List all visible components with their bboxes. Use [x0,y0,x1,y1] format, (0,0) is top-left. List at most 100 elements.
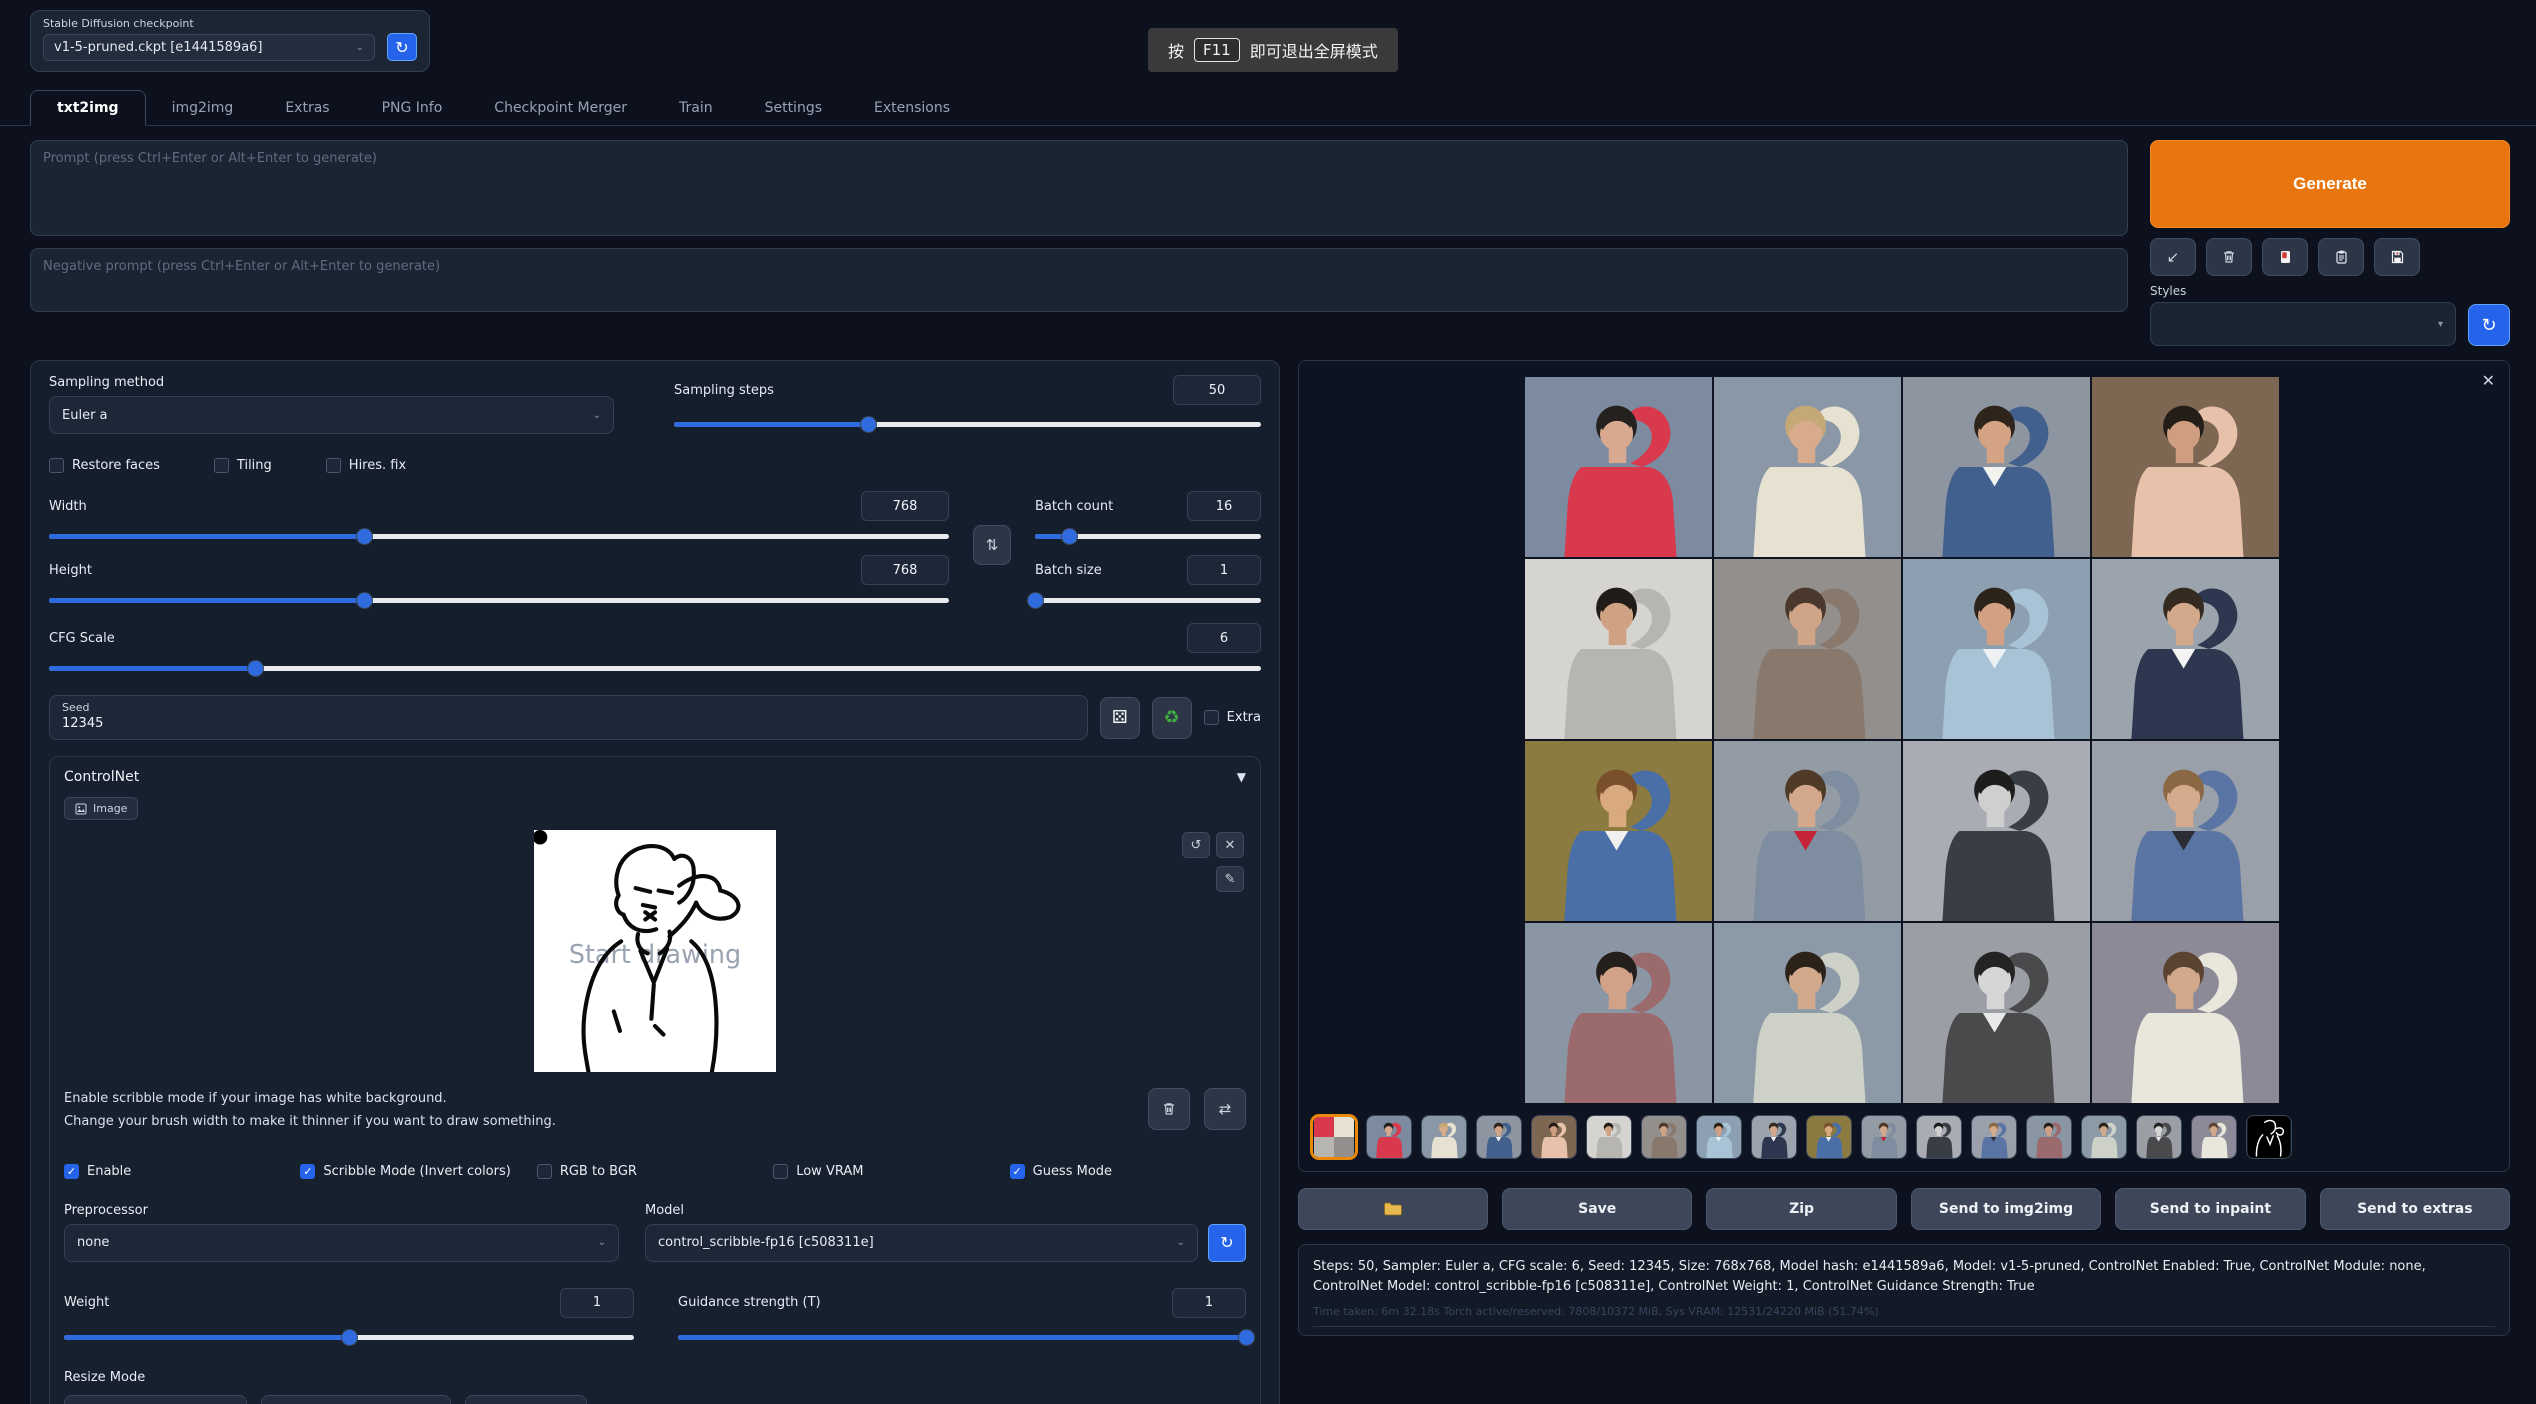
collapse-icon[interactable]: ▼ [1237,770,1246,784]
gallery-image-2[interactable] [1714,377,1901,557]
styles-refresh-button[interactable]: ↻ [2468,304,2510,346]
tab-png-info[interactable]: PNG Info [356,91,469,125]
thumbnail-scribble-map[interactable] [2246,1115,2292,1159]
prompt-input[interactable] [30,140,2128,236]
open-folder-button[interactable] [1298,1188,1488,1230]
tab-settings[interactable]: Settings [739,91,848,125]
resize-mode-envelope-outer-fit-[interactable]: Envelope (Outer Fit) [64,1395,247,1404]
send-to-extras-button[interactable]: Send to extras [2320,1188,2510,1230]
thumbnail-grid-montage[interactable] [1311,1115,1357,1159]
height-value[interactable]: 768 [861,555,949,585]
zip-button[interactable]: Zip [1706,1188,1896,1230]
undo-button[interactable]: ↺ [1182,832,1210,858]
clear-image-button[interactable]: ✕ [1216,832,1244,858]
thumbnail-image-14[interactable] [2081,1115,2127,1159]
thumbnail-image-8[interactable] [1751,1115,1797,1159]
controlnet-toggle-enable[interactable]: ✓Enable [64,1164,300,1179]
thumbnail-image-10[interactable] [1861,1115,1907,1159]
gallery-image-9[interactable] [1525,741,1712,921]
width-value[interactable]: 768 [861,491,949,521]
thumbnail-image-11[interactable] [1916,1115,1962,1159]
preprocessor-select[interactable]: none ⌄ [64,1224,619,1262]
gallery-image-10[interactable] [1714,741,1901,921]
cfg-scale-value[interactable]: 6 [1187,623,1261,653]
batch-count-slider[interactable] [1035,527,1261,545]
clear-prompt-button[interactable] [2206,238,2252,276]
gallery-image-8[interactable] [2092,559,2279,739]
tab-checkpoint-merger[interactable]: Checkpoint Merger [468,91,653,125]
controlnet-toggle-scribble-mode-invert-colors-[interactable]: ✓Scribble Mode (Invert colors) [300,1164,536,1179]
gallery-image-4[interactable] [2092,377,2279,557]
new-canvas-button[interactable] [1148,1088,1190,1130]
thumbnail-image-13[interactable] [2026,1115,2072,1159]
thumbnail-image-7[interactable] [1696,1115,1742,1159]
thumbnail-image-2[interactable] [1421,1115,1467,1159]
scribble-canvas[interactable]: Start drawing [534,830,776,1072]
seed-extra-checkbox[interactable]: Extra [1204,710,1261,725]
gallery-image-6[interactable] [1714,559,1901,739]
reuse-seed-button[interactable]: ♻ [1152,697,1192,739]
toggle-tiling[interactable]: Tiling [214,458,272,473]
swap-width-height-button[interactable]: ⇅ [973,525,1011,565]
toggle-hires-fix[interactable]: Hires. fix [326,458,406,473]
send-to-img2img-button[interactable]: Send to img2img [1911,1188,2101,1230]
thumbnail-image-6[interactable] [1641,1115,1687,1159]
tab-txt2img[interactable]: txt2img [30,90,146,126]
save-button[interactable]: Save [1502,1188,1692,1230]
thumbnail-image-4[interactable] [1531,1115,1577,1159]
thumbnail-image-9[interactable] [1806,1115,1852,1159]
random-seed-button[interactable]: ⚄ [1100,697,1140,739]
gallery-image-13[interactable] [1525,923,1712,1103]
send-to-inpaint-button[interactable]: Send to inpaint [2115,1188,2305,1230]
cfg-scale-slider[interactable] [49,659,1261,677]
thumbnail-image-3[interactable] [1476,1115,1522,1159]
model-select[interactable]: control_scribble-fp16 [c508311e] ⌄ [645,1224,1198,1262]
model-refresh-button[interactable]: ↻ [1208,1224,1246,1262]
tab-train[interactable]: Train [653,91,739,125]
controlnet-toggle-guess-mode[interactable]: ✓Guess Mode [1010,1164,1246,1179]
batch-size-slider[interactable] [1035,591,1261,609]
controlnet-toggle-rgb-to-bgr[interactable]: RGB to BGR [537,1164,773,1179]
controlnet-image-tab[interactable]: Image [64,797,138,820]
thumbnail-image-12[interactable] [1971,1115,2017,1159]
guidance-strength-value[interactable]: 1 [1172,1288,1246,1318]
close-icon[interactable]: ✕ [2482,371,2495,390]
gallery-image-11[interactable] [1903,741,2090,921]
batch-count-value[interactable]: 16 [1187,491,1261,521]
paste-params-button[interactable] [2318,238,2364,276]
sampling-steps-slider[interactable] [674,415,1261,433]
brush-button[interactable]: ✎ [1216,866,1244,892]
weight-value[interactable]: 1 [560,1288,634,1318]
controlnet-toggle-low-vram[interactable]: Low VRAM [773,1164,1009,1179]
gallery-image-16[interactable] [2092,923,2279,1103]
gallery-image-7[interactable] [1903,559,2090,739]
generate-button[interactable]: Generate [2150,140,2510,228]
gallery-image-14[interactable] [1714,923,1901,1103]
batch-size-value[interactable]: 1 [1187,555,1261,585]
styles-select[interactable]: ▾ [2150,302,2456,346]
tab-extras[interactable]: Extras [259,91,355,125]
gallery-image-3[interactable] [1903,377,2090,557]
seed-input[interactable]: 12345 [62,716,1075,731]
thumbnail-image-15[interactable] [2136,1115,2182,1159]
gallery-image-12[interactable] [2092,741,2279,921]
checkpoint-select[interactable]: v1-5-pruned.ckpt [e1441589a6] ⌄ [43,34,375,61]
thumbnail-image-5[interactable] [1586,1115,1632,1159]
save-style-button[interactable] [2374,238,2420,276]
gallery-image-5[interactable] [1525,559,1712,739]
guidance-strength-slider[interactable] [678,1328,1246,1346]
gallery-image-15[interactable] [1903,923,2090,1103]
negative-prompt-input[interactable] [30,248,2128,312]
style-card-button[interactable] [2262,238,2308,276]
resize-mode-scale-to-fit-inner-fit-[interactable]: Scale to Fit (Inner Fit) [261,1395,452,1404]
resize-mode-just-resize[interactable]: Just Resize [465,1395,587,1404]
tab-extensions[interactable]: Extensions [848,91,976,125]
checkpoint-refresh-button[interactable]: ↻ [387,33,417,61]
thumbnail-image-1[interactable] [1366,1115,1412,1159]
sampling-steps-value[interactable]: 50 [1173,375,1261,405]
gallery-image-1[interactable] [1525,377,1712,557]
interrupt-arrow-button[interactable]: ↙ [2150,238,2196,276]
toggle-restore-faces[interactable]: Restore faces [49,458,160,473]
thumbnail-image-16[interactable] [2191,1115,2237,1159]
sampling-method-select[interactable]: Euler a ⌄ [49,396,614,434]
